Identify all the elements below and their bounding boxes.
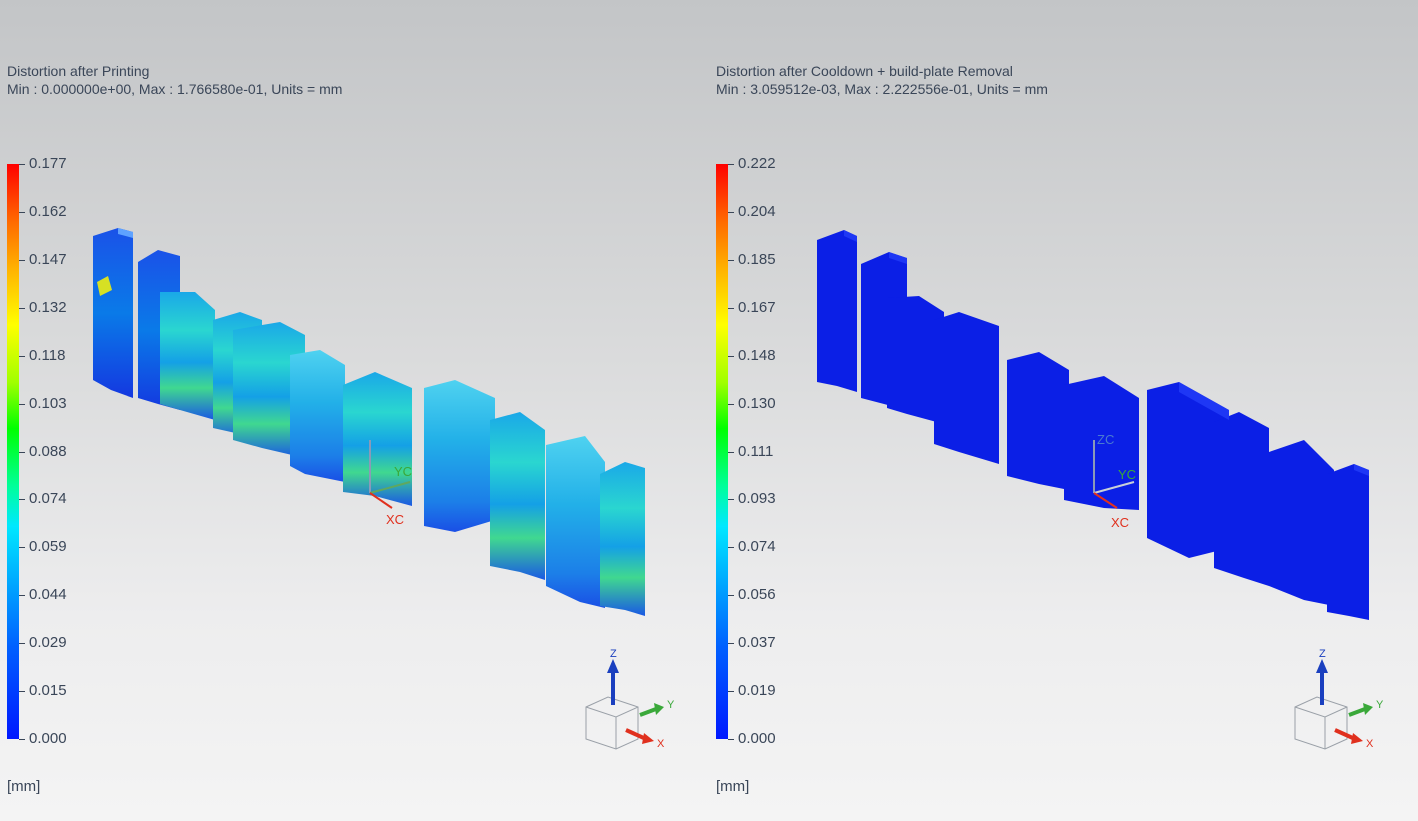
- right-viewport[interactable]: Distortion after Cooldown + build-plate …: [709, 0, 1418, 821]
- left-xc-label: XC: [386, 512, 404, 527]
- right-yc-label: YC: [1118, 467, 1136, 482]
- left-y-label: Y: [667, 699, 675, 711]
- right-xc-label: XC: [1111, 515, 1129, 530]
- left-yc-label: YC: [394, 464, 412, 479]
- left-z-label: Z: [610, 648, 617, 660]
- right-zc-label: ZC: [1097, 432, 1114, 447]
- right-x-label: X: [1366, 738, 1374, 750]
- left-x-label: X: [657, 738, 665, 750]
- left-view-triad[interactable]: Z Y X: [582, 645, 682, 755]
- right-y-label: Y: [1376, 699, 1384, 711]
- right-letter-group: [817, 230, 1369, 620]
- left-letter-group: [93, 228, 645, 616]
- right-z-label: Z: [1319, 648, 1326, 660]
- left-viewport[interactable]: Distortion after Printing Min : 0.000000…: [0, 0, 709, 821]
- right-view-triad[interactable]: Z Y X: [1291, 645, 1391, 755]
